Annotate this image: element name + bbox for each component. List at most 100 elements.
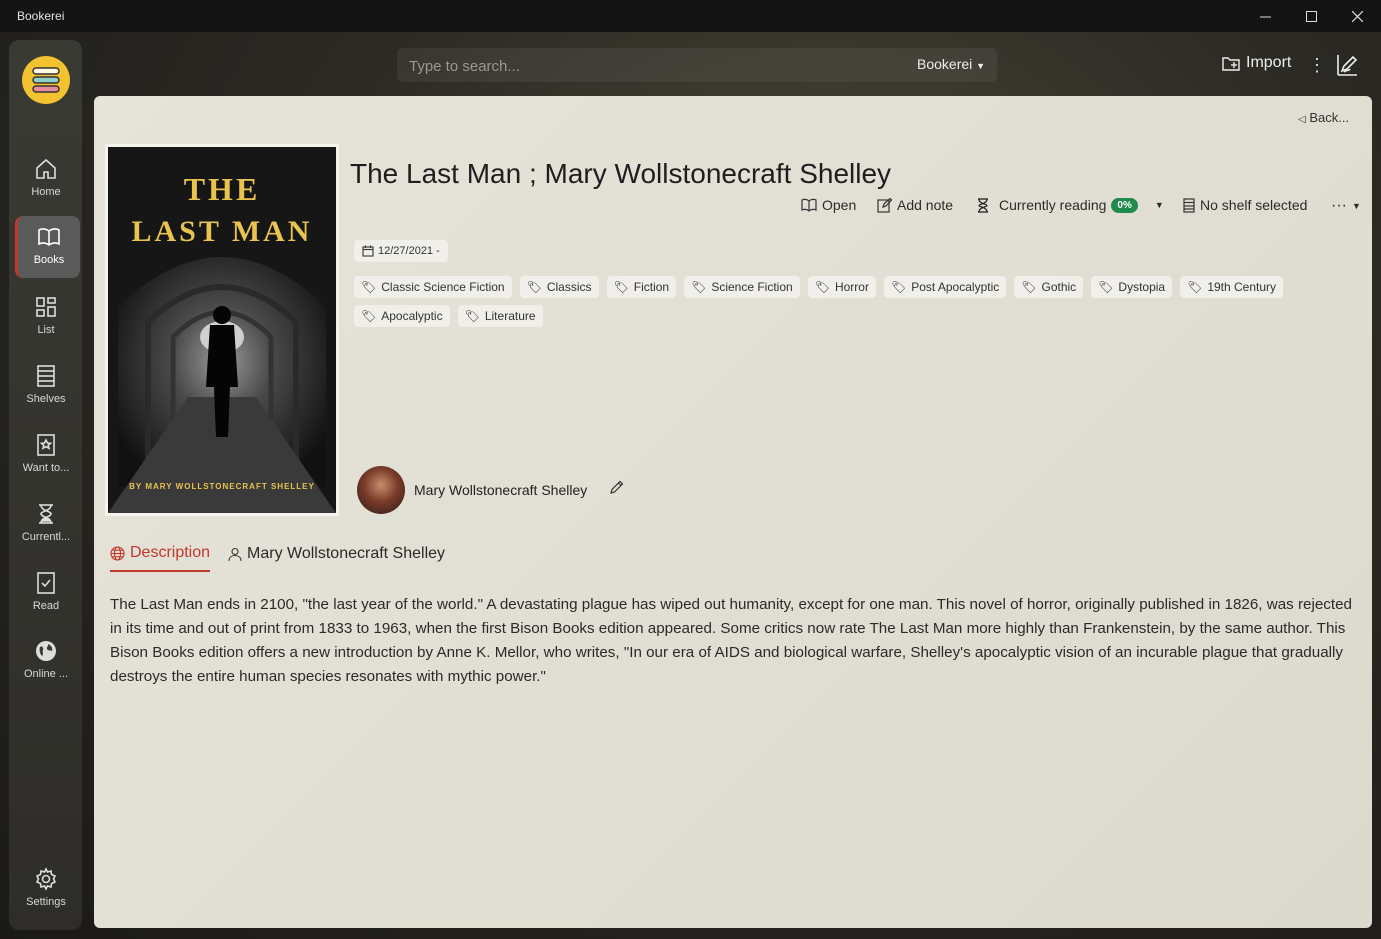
open-button[interactable]: Open — [801, 197, 856, 213]
import-button[interactable]: Import — [1222, 54, 1291, 72]
edit-author-button[interactable] — [609, 480, 624, 500]
tag-chip[interactable]: 🏷 Fiction — [606, 276, 677, 298]
tag-label: Literature — [484, 309, 536, 323]
date-read-chip[interactable]: 12/27/2021 - — [354, 240, 448, 262]
sidebar-item-books[interactable]: Books — [15, 216, 80, 278]
search-input[interactable] — [397, 48, 901, 84]
sidebar-item-read[interactable]: Read — [15, 562, 77, 624]
detail-tabs: Description Mary Wollstonecraft Shelley — [110, 544, 445, 572]
tab-description[interactable]: Description — [110, 544, 211, 572]
open-label: Open — [822, 197, 857, 213]
tag-label: 19th Century — [1207, 280, 1277, 294]
window-title: Bookerei — [17, 9, 65, 23]
sidebar-item-label: Currentl... — [21, 531, 71, 543]
app-logo[interactable] — [22, 56, 70, 104]
hourglass-icon — [33, 501, 59, 527]
tag-icon: 🏷 — [1021, 280, 1037, 294]
tag-icon: 🏷 — [361, 280, 377, 294]
back-button[interactable]: ◁ Back... — [1298, 110, 1349, 125]
tag-label: Dystopia — [1118, 280, 1166, 294]
import-label: Import — [1246, 54, 1292, 71]
kebab-icon: ⋮ — [1308, 55, 1326, 75]
maximize-button[interactable] — [1288, 0, 1334, 32]
tag-chip[interactable]: 🏷 Apocalyptic — [354, 305, 450, 327]
sidebar-item-label: Want to... — [22, 462, 70, 474]
maximize-icon — [1305, 10, 1317, 22]
tag-chip[interactable]: 🏷 Classics — [519, 276, 599, 298]
minimize-icon — [1259, 16, 1271, 17]
sidebar-item-want-to-read[interactable]: Want to... — [15, 424, 77, 486]
tab-description-label: Description — [130, 544, 211, 561]
tag-icon: 🏷 — [814, 280, 830, 294]
home-icon — [33, 156, 59, 182]
sidebar-item-label: Shelves — [26, 393, 66, 405]
chevron-left-icon: ◁ — [1298, 114, 1306, 125]
tag-chip[interactable]: 🏷 Literature — [457, 305, 543, 327]
tag-icon: 🏷 — [361, 309, 377, 323]
sidebar-item-online[interactable]: Online ... — [15, 630, 77, 692]
tag-chip[interactable]: 🏷 Horror — [807, 276, 876, 298]
calendar-icon — [362, 245, 374, 257]
tag-icon: 🏷 — [613, 280, 629, 294]
tag-label: Science Fiction — [711, 280, 793, 294]
tab-author[interactable]: Mary Wollstonecraft Shelley — [228, 544, 445, 572]
cover-title-line1: THE — [183, 171, 261, 207]
tag-chip[interactable]: 🏷 Post Apocalyptic — [883, 276, 1007, 298]
grid-icon — [33, 294, 59, 320]
caret-down-icon: ▼ — [976, 61, 986, 71]
tag-chip[interactable]: 🏷 19th Century — [1180, 276, 1284, 298]
caret-down-icon: ▼ — [1154, 200, 1164, 210]
sidebar-item-settings[interactable]: Settings — [15, 858, 77, 920]
cover-title-line2: LAST MAN — [131, 215, 313, 248]
tag-chip[interactable]: 🏷 Gothic — [1014, 276, 1084, 298]
sidebar-item-shelves[interactable]: Shelves — [15, 355, 77, 417]
library-selector[interactable]: Bookerei ▼ — [917, 56, 985, 72]
sidebar-item-label: Online ... — [23, 668, 69, 680]
author-avatar[interactable] — [357, 466, 405, 514]
tag-chip[interactable]: 🏷 Science Fiction — [684, 276, 800, 298]
more-menu-button[interactable]: ⋮ — [1308, 55, 1326, 76]
theme-edit-icon — [1337, 55, 1358, 76]
more-horizontal-icon: ··· — [1331, 197, 1347, 214]
theme-toggle-button[interactable] — [1335, 53, 1359, 77]
globe-icon — [33, 638, 59, 664]
add-note-button[interactable]: Add note — [877, 197, 953, 213]
book-title: The Last Man ; Mary Wollstonecraft Shell… — [350, 158, 892, 189]
tag-icon: 🏷 — [691, 280, 707, 294]
tag-chip[interactable]: 🏷 Dystopia — [1091, 276, 1173, 298]
search-bar — [397, 48, 997, 84]
tag-label: Classics — [546, 280, 592, 294]
progress-badge: 0% — [1111, 197, 1138, 213]
pencil-icon — [610, 480, 624, 494]
shelf-selector[interactable]: No shelf selected — [1183, 197, 1307, 213]
sidebar-item-list[interactable]: List — [15, 286, 77, 348]
library-selector-label: Bookerei — [917, 56, 973, 72]
shelf-label: No shelf selected — [1200, 197, 1308, 213]
book-cover[interactable]: THE LAST MAN BY MARY WOLLSTONECRAFT SHEL… — [105, 144, 339, 516]
back-label: Back... — [1309, 110, 1350, 125]
tag-label: Classic Science Fiction — [381, 280, 505, 294]
sidebar-item-label: Read — [32, 600, 60, 612]
shelves-icon — [33, 363, 59, 389]
sidebar-item-label: Home — [31, 186, 61, 198]
sidebar-item-home[interactable]: Home — [15, 148, 77, 210]
person-icon — [228, 547, 242, 561]
sidebar-item-currently-reading[interactable]: Currentl... — [15, 493, 77, 555]
tag-chip[interactable]: 🏷 Classic Science Fiction — [354, 276, 512, 298]
book-open-icon — [801, 198, 817, 212]
tag-label: Apocalyptic — [381, 309, 443, 323]
book-more-menu[interactable]: ··· ▼ — [1331, 197, 1361, 215]
tag-icon: 🏷 — [526, 280, 542, 294]
folder-plus-icon — [1222, 57, 1240, 71]
tag-list: 🏷 Classic Science Fiction 🏷 Classics 🏷 Fict… — [354, 276, 1354, 327]
tab-author-label: Mary Wollstonecraft Shelley — [247, 545, 446, 562]
close-button[interactable] — [1334, 0, 1380, 32]
author-name[interactable]: Mary Wollstonecraft Shelley — [414, 482, 587, 498]
sidebar-item-label: Settings — [26, 896, 66, 908]
sidebar-item-label: Books — [33, 254, 65, 266]
close-icon — [1351, 10, 1363, 22]
reading-status-dropdown[interactable]: Currently reading 0% ▼ — [977, 197, 1164, 213]
minimize-button[interactable] — [1242, 0, 1288, 32]
hourglass-icon — [978, 197, 988, 213]
tag-icon: 🏷 — [890, 280, 907, 294]
